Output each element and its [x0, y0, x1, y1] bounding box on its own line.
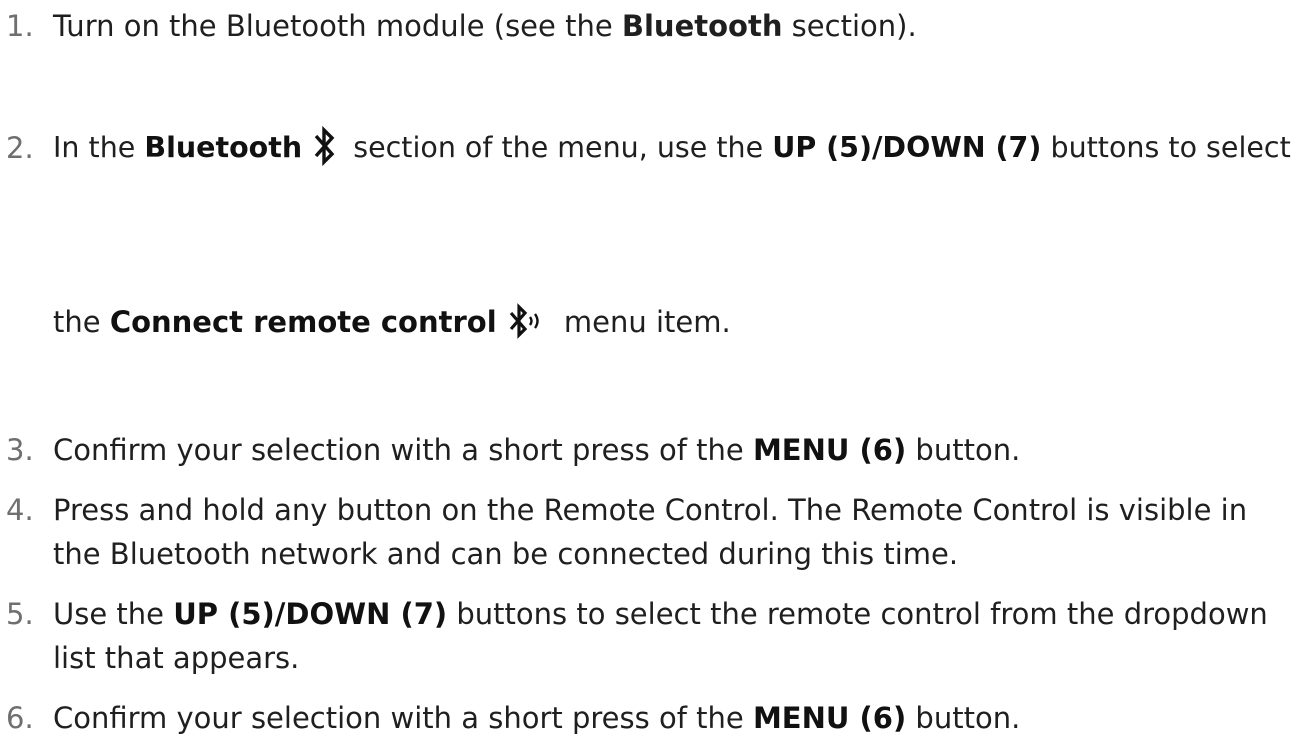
emphasis: Connect remote control	[109, 305, 497, 339]
step-text: Confirm your selection with a short pres…	[53, 433, 1021, 467]
step-text: list that appears.	[53, 641, 300, 675]
step-number: 1.	[6, 9, 34, 43]
emphasis: UP (5)/DOWN (7)	[173, 597, 448, 631]
bluetooth-icon	[308, 124, 340, 168]
emphasis: UP (5)/DOWN (7)	[772, 131, 1042, 164]
step-number: 3.	[6, 433, 34, 467]
emphasis: MENU (6)	[752, 433, 907, 467]
step-text: In the Bluetooth section of the menu, us…	[53, 124, 1291, 171]
emphasis: Bluetooth	[621, 9, 783, 43]
step-number: 6.	[6, 701, 34, 735]
step-number: 4.	[6, 493, 34, 527]
bluetooth-connect-icon	[505, 299, 549, 343]
emphasis: Bluetooth	[144, 131, 303, 164]
step-text: Use the UP (5)/DOWN (7) buttons to selec…	[53, 597, 1268, 631]
step-number: 2.	[6, 131, 34, 165]
step-text: Confirm your selection with a short pres…	[53, 701, 1021, 735]
emphasis: MENU (6)	[752, 701, 907, 735]
step-text: Turn on the Bluetooth module (see the Bl…	[53, 9, 917, 43]
step-text: the Bluetooth network and can be connect…	[53, 537, 959, 571]
step-number: 5.	[6, 597, 34, 631]
step-text: the Connect remote control menu item.	[53, 300, 731, 346]
step-text: Press and hold any button on the Remote …	[53, 493, 1248, 527]
